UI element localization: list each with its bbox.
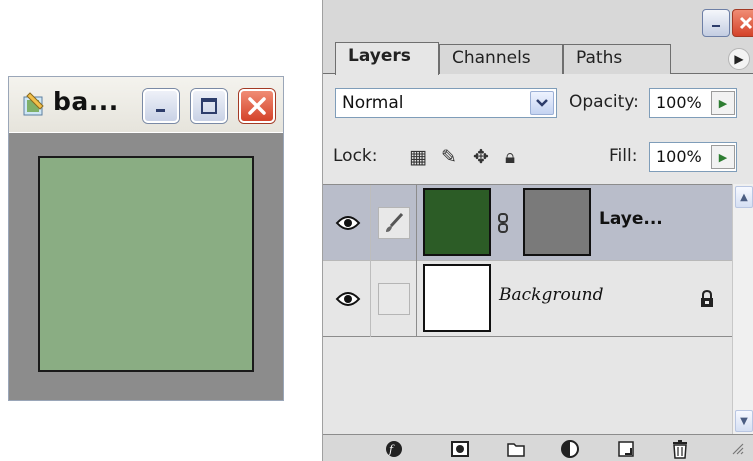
document-window: ba... [8, 76, 284, 401]
palette-body: Normal Opacity: 100% ▶ Lock: ▦ ✎ ✥ 🔒︎ Fi… [323, 74, 753, 461]
close-button[interactable] [239, 89, 275, 123]
brush-box [377, 207, 410, 239]
lock-all-icon[interactable]: 🔒︎ [505, 146, 515, 168]
minimize-button[interactable] [143, 89, 179, 123]
close-icon [739, 16, 753, 30]
chevron-down-icon [536, 99, 548, 107]
tab-layers[interactable]: Layers [335, 42, 439, 75]
layer-name[interactable]: Laye... [599, 209, 663, 229]
play-arrow-icon: ▶ [718, 150, 728, 164]
link-cell[interactable] [371, 261, 417, 337]
scroll-up-button[interactable]: ▲ [735, 186, 753, 208]
layer-mask-thumbnail[interactable] [523, 188, 591, 256]
resize-grip[interactable] [727, 438, 749, 460]
canvas-green-square [38, 156, 254, 372]
scroll-down-button[interactable]: ▼ [735, 410, 753, 432]
paintbrush-icon [385, 212, 403, 232]
palette-menu-button[interactable]: ▶ [728, 48, 750, 70]
lock-image-icon[interactable]: ✎ [441, 146, 457, 168]
empty-link-box [377, 283, 410, 315]
layers-list: Laye... Background [323, 184, 732, 434]
lock-transparency-icon[interactable]: ▦ [409, 146, 427, 168]
document-canvas[interactable] [9, 133, 283, 400]
new-group-button[interactable] [505, 438, 527, 460]
tab-channels[interactable]: Channels [439, 44, 563, 74]
new-layer-button[interactable] [615, 438, 637, 460]
eye-icon [335, 216, 360, 230]
minimize-icon [156, 109, 165, 112]
document-title: ba... [53, 87, 119, 116]
layer-row[interactable]: Laye... [323, 185, 732, 261]
fill-slider-button[interactable]: ▶ [711, 145, 735, 169]
lock-position-icon[interactable]: ✥ [473, 146, 489, 168]
photoshop-document-icon [23, 92, 44, 116]
document-titlebar[interactable]: ba... [9, 77, 283, 132]
blend-mode-select[interactable]: Normal [335, 88, 557, 118]
chevron-up-icon: ▲ [740, 191, 748, 203]
layer-name[interactable]: Background [499, 285, 603, 305]
visibility-toggle[interactable] [325, 261, 371, 337]
opacity-value: 100% [656, 93, 702, 112]
maximize-button[interactable] [191, 89, 227, 123]
palette-titlebar[interactable] [323, 0, 753, 38]
adjustment-layer-icon [561, 440, 579, 458]
add-mask-button[interactable] [449, 438, 471, 460]
chevron-down-icon: ▼ [740, 415, 748, 427]
layers-scrollbar[interactable]: ▲ ▼ [732, 184, 753, 434]
blend-mode-value: Normal [342, 93, 404, 113]
maximize-icon [201, 98, 217, 114]
minimize-icon [712, 25, 720, 27]
chain-link-icon[interactable] [497, 213, 509, 233]
delete-layer-button[interactable] [669, 438, 691, 460]
tab-paths[interactable]: Paths [563, 44, 671, 74]
link-cell[interactable] [371, 185, 417, 261]
eye-icon [335, 292, 360, 306]
resize-grip-icon [732, 443, 744, 455]
fill-label: Fill: [609, 146, 638, 166]
layer-thumbnail[interactable] [423, 264, 491, 332]
folder-icon [507, 443, 525, 457]
layer-style-icon: f [386, 441, 402, 457]
layers-palette: Layers Channels Paths ▶ Normal Opacity: … [322, 0, 753, 461]
adjustment-layer-button[interactable] [559, 438, 581, 460]
palette-minimize-button[interactable] [702, 9, 730, 37]
fill-value: 100% [656, 147, 702, 166]
layer-row[interactable]: Background [323, 261, 732, 337]
layer-style-button[interactable]: f [383, 438, 405, 460]
opacity-label: Opacity: [569, 92, 639, 112]
dropdown-arrow-button[interactable] [530, 91, 554, 115]
lock-label: Lock: [333, 146, 378, 166]
trash-icon [673, 440, 687, 459]
play-arrow-icon: ▶ [718, 96, 728, 110]
palette-close-button[interactable] [732, 9, 753, 37]
add-mask-icon [451, 441, 469, 457]
close-icon [248, 97, 266, 115]
menu-arrow-icon: ▶ [734, 52, 744, 66]
layers-bottom-toolbar: f [323, 434, 753, 461]
palette-tabs: Layers Channels Paths ▶ [323, 38, 753, 75]
new-layer-icon [618, 441, 634, 457]
opacity-slider-button[interactable]: ▶ [711, 91, 735, 115]
lock-icon [701, 289, 713, 307]
visibility-toggle[interactable] [325, 185, 371, 261]
layer-thumbnail[interactable] [423, 188, 491, 256]
